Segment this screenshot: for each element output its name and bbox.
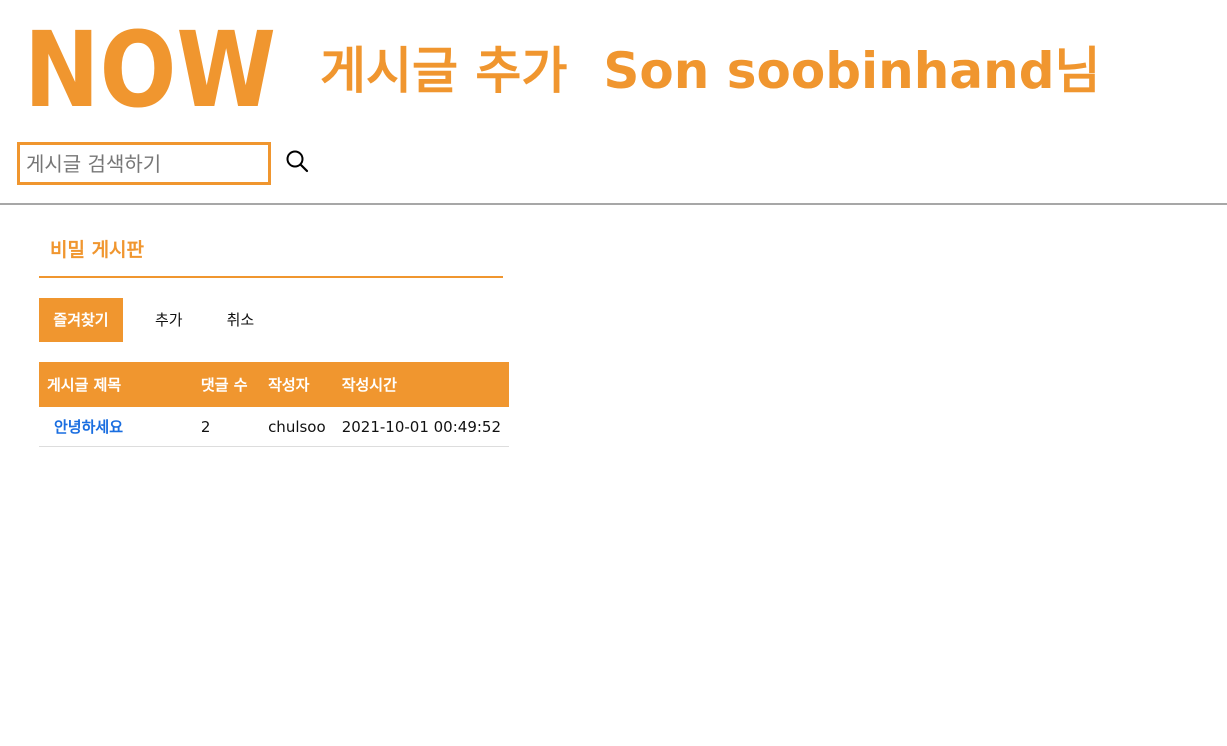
board-panel: 비밀 게시판 즐겨찾기 추가 취소 게시글 제목 댓글 수 작성자 작성시간 안… — [39, 226, 509, 447]
post-author: chulsoo — [260, 407, 334, 447]
post-comment-count: 2 — [192, 407, 261, 447]
post-title-link[interactable]: 안녕하세요 — [47, 418, 123, 436]
posts-table: 게시글 제목 댓글 수 작성자 작성시간 안녕하세요 2 chulsoo 202… — [39, 362, 509, 447]
cancel-button[interactable]: 취소 — [227, 298, 255, 342]
column-header-created: 작성시간 — [341, 376, 397, 394]
post-created-time: 2021-10-01 00:49:52 — [333, 407, 509, 447]
column-header-author: 작성자 — [268, 376, 310, 394]
favorite-button[interactable]: 즐겨찾기 — [39, 298, 123, 342]
user-greeting: Son soobinhand님 — [603, 42, 1101, 100]
search-input[interactable] — [17, 142, 271, 185]
page-heading: 게시글 추가 Son soobinhand님 — [320, 40, 1101, 102]
logo-text: NOW — [24, 20, 276, 112]
table-header-row: 게시글 제목 댓글 수 작성자 작성시간 — [39, 362, 509, 407]
table-row: 안녕하세요 2 chulsoo 2021-10-01 00:49:52 — [39, 407, 509, 447]
board-title: 비밀 게시판 — [39, 226, 503, 278]
search-icon[interactable] — [285, 149, 309, 173]
page-header: NOW 게시글 추가 Son soobinhand님 — [0, 0, 1227, 205]
page-title: 게시글 추가 — [320, 42, 568, 100]
column-header-title: 게시글 제목 — [47, 376, 122, 394]
now-logo: NOW — [24, 20, 276, 112]
board-actions: 즐겨찾기 추가 취소 — [39, 298, 509, 342]
column-header-comments: 댓글 수 — [200, 376, 248, 394]
add-button[interactable]: 추가 — [155, 298, 183, 342]
